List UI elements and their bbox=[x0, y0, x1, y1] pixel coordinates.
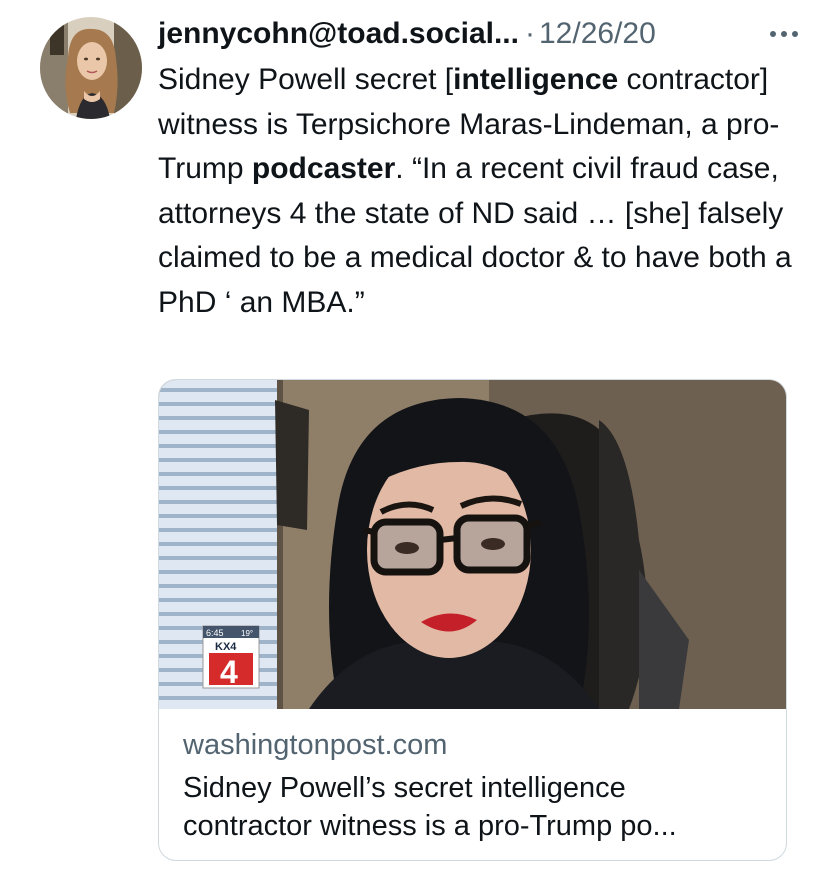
logo-temp: 19° bbox=[241, 629, 253, 638]
logo-time: 6:45 bbox=[206, 628, 224, 638]
card-image[interactable]: 6:45 19° KX4 4 bbox=[159, 380, 786, 709]
card-title-line: Sidney Powell’s secret intelligence bbox=[183, 772, 626, 804]
separator-dot: · bbox=[524, 17, 535, 50]
tweet-date[interactable]: 12/26/20 bbox=[539, 14, 656, 54]
more-dots-icon[interactable] bbox=[764, 14, 804, 54]
logo-station: KX4 bbox=[215, 641, 237, 653]
avatar[interactable] bbox=[40, 17, 142, 119]
tweet-text: Sidney Powell secret [intelligence contr… bbox=[158, 58, 798, 325]
tweet-text-bold: podcaster bbox=[251, 152, 396, 185]
card-title-line: contractor witness is a pro-Trump po... bbox=[183, 810, 677, 842]
card-title[interactable]: Sidney Powell’s secret intelligence cont… bbox=[183, 769, 773, 845]
tweet-text-bold: intelligence bbox=[453, 63, 619, 96]
logo-channel: 4 bbox=[220, 654, 238, 690]
tweet-text-part: Sidney Powell secret [ bbox=[158, 63, 454, 96]
tweet-header: jennycohn@toad.social... · 12/26/20 bbox=[158, 14, 804, 54]
user-handle[interactable]: jennycohn@toad.social... bbox=[158, 14, 519, 54]
station-logo: 6:45 19° KX4 4 bbox=[202, 625, 260, 690]
card-domain[interactable]: washingtonpost.com bbox=[183, 725, 447, 765]
tweet[interactable]: jennycohn@toad.social... · 12/26/20 Sidn… bbox=[0, 0, 828, 871]
link-card[interactable]: 6:45 19° KX4 4 washingtonpost.com Sidney… bbox=[158, 379, 787, 861]
